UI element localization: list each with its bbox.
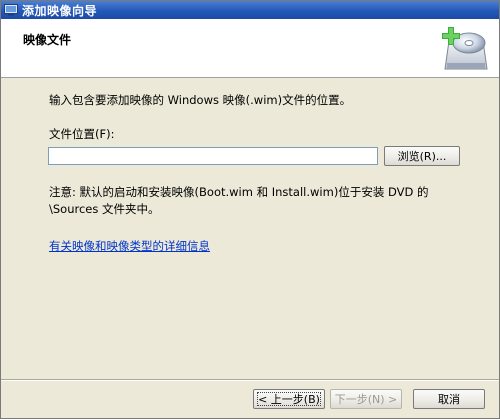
disc-add-icon bbox=[439, 23, 493, 75]
wizard-window-icon bbox=[4, 4, 18, 16]
file-location-input[interactable] bbox=[48, 147, 378, 165]
add-image-wizard-window: 添加映像向导 映像文件 输入包含要添加映像的 Windows 映像(.wim)文… bbox=[0, 0, 500, 419]
next-button[interactable]: 下一步(N) > bbox=[330, 389, 402, 409]
back-button-label: < 上一步(B) bbox=[257, 392, 321, 406]
wizard-header: 映像文件 bbox=[1, 19, 499, 78]
browse-button[interactable]: 浏览(R)... bbox=[384, 146, 460, 166]
title-bar[interactable]: 添加映像向导 bbox=[1, 1, 499, 19]
window-title: 添加映像向导 bbox=[22, 3, 98, 18]
description-text: 输入包含要添加映像的 Windows 映像(.wim)文件的位置。 bbox=[49, 93, 352, 107]
footer-divider bbox=[1, 379, 499, 381]
note-text: 注意: 默认的启动和安装映像(Boot.wim 和 Install.wim)位于… bbox=[49, 185, 429, 216]
cancel-button[interactable]: 取消 bbox=[413, 389, 485, 409]
back-button[interactable]: < 上一步(B) bbox=[253, 389, 325, 409]
page-title: 映像文件 bbox=[23, 33, 72, 47]
file-location-label: 文件位置(F): bbox=[49, 127, 115, 141]
image-types-help-link[interactable]: 有关映像和映像类型的详细信息 bbox=[49, 238, 210, 254]
